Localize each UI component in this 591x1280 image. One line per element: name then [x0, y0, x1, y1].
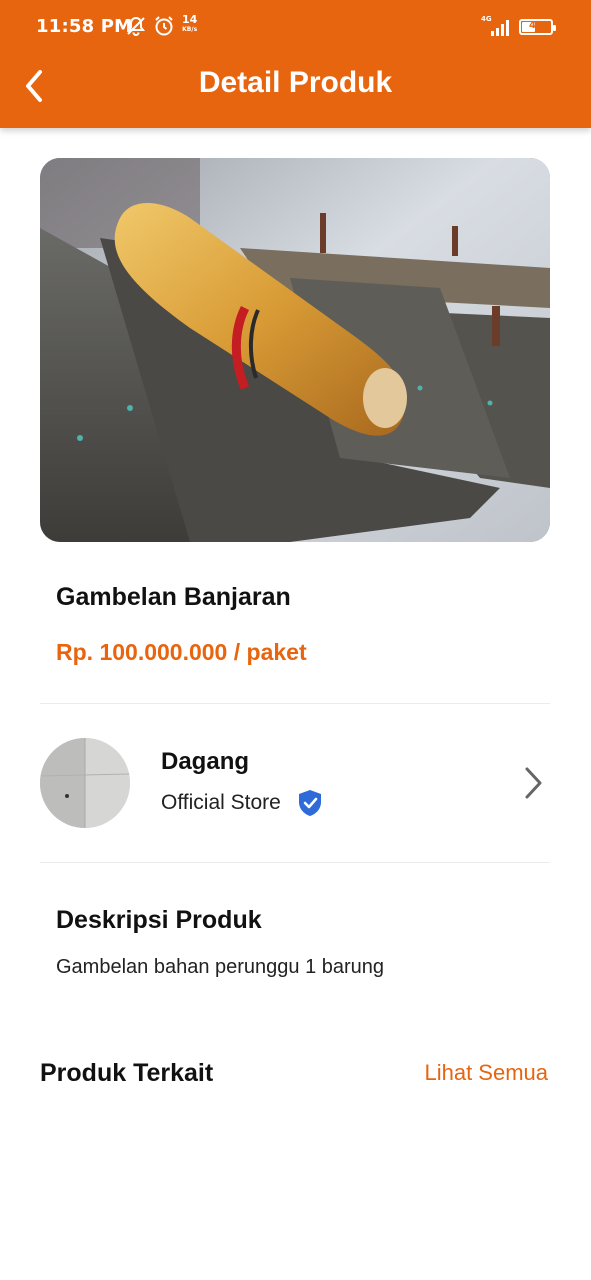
see-all-link[interactable]: Lihat Semua: [424, 1060, 548, 1086]
alarm-icon: [153, 15, 175, 37]
related-products-title: Produk Terkait: [40, 1059, 214, 1087]
chevron-right-icon[interactable]: [522, 766, 544, 800]
description-title: Deskripsi Produk: [56, 906, 262, 934]
mute-notification-icon: [125, 15, 147, 37]
net-speed: 14 KB/s: [182, 14, 198, 35]
net-speed-unit: KB/s: [182, 26, 198, 33]
battery-icon: 46: [519, 19, 556, 35]
signal-icon: 4G: [481, 14, 511, 36]
verified-badge-icon: [298, 789, 322, 817]
store-avatar-image: [40, 738, 130, 828]
page-title: Detail Produk: [198, 66, 393, 99]
divider: [40, 703, 550, 704]
store-card[interactable]: Dagang Official Store: [40, 738, 550, 828]
app-header: 11:58 PM 14 KB/s 4G 46 Detail Produk: [0, 0, 591, 128]
description-text: Gambelan bahan perunggu 1 barung: [56, 956, 385, 978]
product-photo: [40, 158, 550, 542]
product-image[interactable]: [40, 158, 550, 542]
divider: [40, 862, 550, 863]
store-avatar[interactable]: [40, 738, 130, 828]
store-name: Dagang: [161, 748, 250, 775]
battery-percent: 46: [529, 20, 543, 31]
status-time: 11:58 PM: [36, 16, 133, 37]
product-name: Gambelan Banjaran: [56, 583, 291, 611]
product-price: Rp. 100.000.000 / paket: [56, 639, 307, 665]
store-type: Official Store: [161, 791, 281, 814]
status-bar: 11:58 PM 14 KB/s 4G 46: [0, 0, 591, 56]
